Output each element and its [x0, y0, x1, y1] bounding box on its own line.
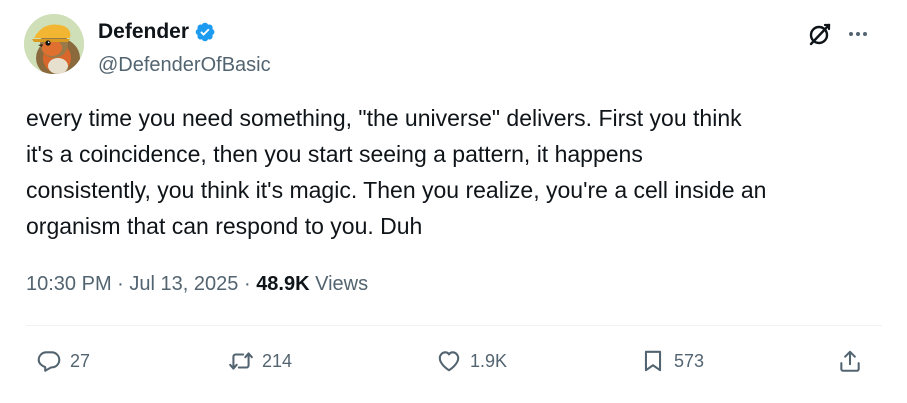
tweet-text: every time you need something, "the univ… [26, 105, 767, 239]
tweet-card: Defender @DefenderOfBasic every time you… [0, 0, 907, 403]
retweet-count: 214 [262, 350, 293, 371]
bookmark-button[interactable]: 573 [640, 343, 704, 379]
author-name-row[interactable]: Defender [98, 18, 216, 46]
grok-icon [809, 23, 831, 46]
share-button[interactable] [837, 343, 863, 379]
share-icon [840, 350, 860, 372]
avatar[interactable] [24, 14, 84, 74]
tweet-meta: 10:30 PM · Jul 13, 2025 · 48.9K Views [26, 269, 368, 299]
like-button[interactable]: 1.9K [436, 343, 507, 379]
heart-icon [438, 351, 460, 372]
verified-badge-icon [195, 22, 215, 42]
bookmark-count: 573 [674, 350, 705, 371]
reply-icon [37, 351, 61, 372]
bookmark-icon [644, 350, 662, 372]
author-handle[interactable]: @DefenderOfBasic [98, 52, 271, 78]
reply-count: 27 [70, 350, 91, 371]
views-label: Views [315, 273, 369, 295]
retweet-icon [229, 352, 253, 370]
more-options-button[interactable] [844, 20, 872, 48]
robin-bird-avatar-icon [24, 14, 84, 74]
retweet-button[interactable]: 214 [228, 343, 292, 379]
meta-separator: · [243, 273, 251, 295]
tweet-date[interactable]: Jul 13, 2025 [129, 273, 238, 295]
meta-separator: · [117, 273, 124, 295]
more-icon [849, 32, 867, 36]
divider [26, 325, 882, 326]
reply-button[interactable]: 27 [36, 343, 90, 379]
like-count: 1.9K [470, 350, 508, 371]
views-count[interactable]: 48.9K [256, 273, 309, 295]
author-display-name[interactable]: Defender [98, 18, 189, 46]
grok-button[interactable] [806, 20, 834, 48]
tweet-time[interactable]: 10:30 PM [26, 273, 112, 295]
